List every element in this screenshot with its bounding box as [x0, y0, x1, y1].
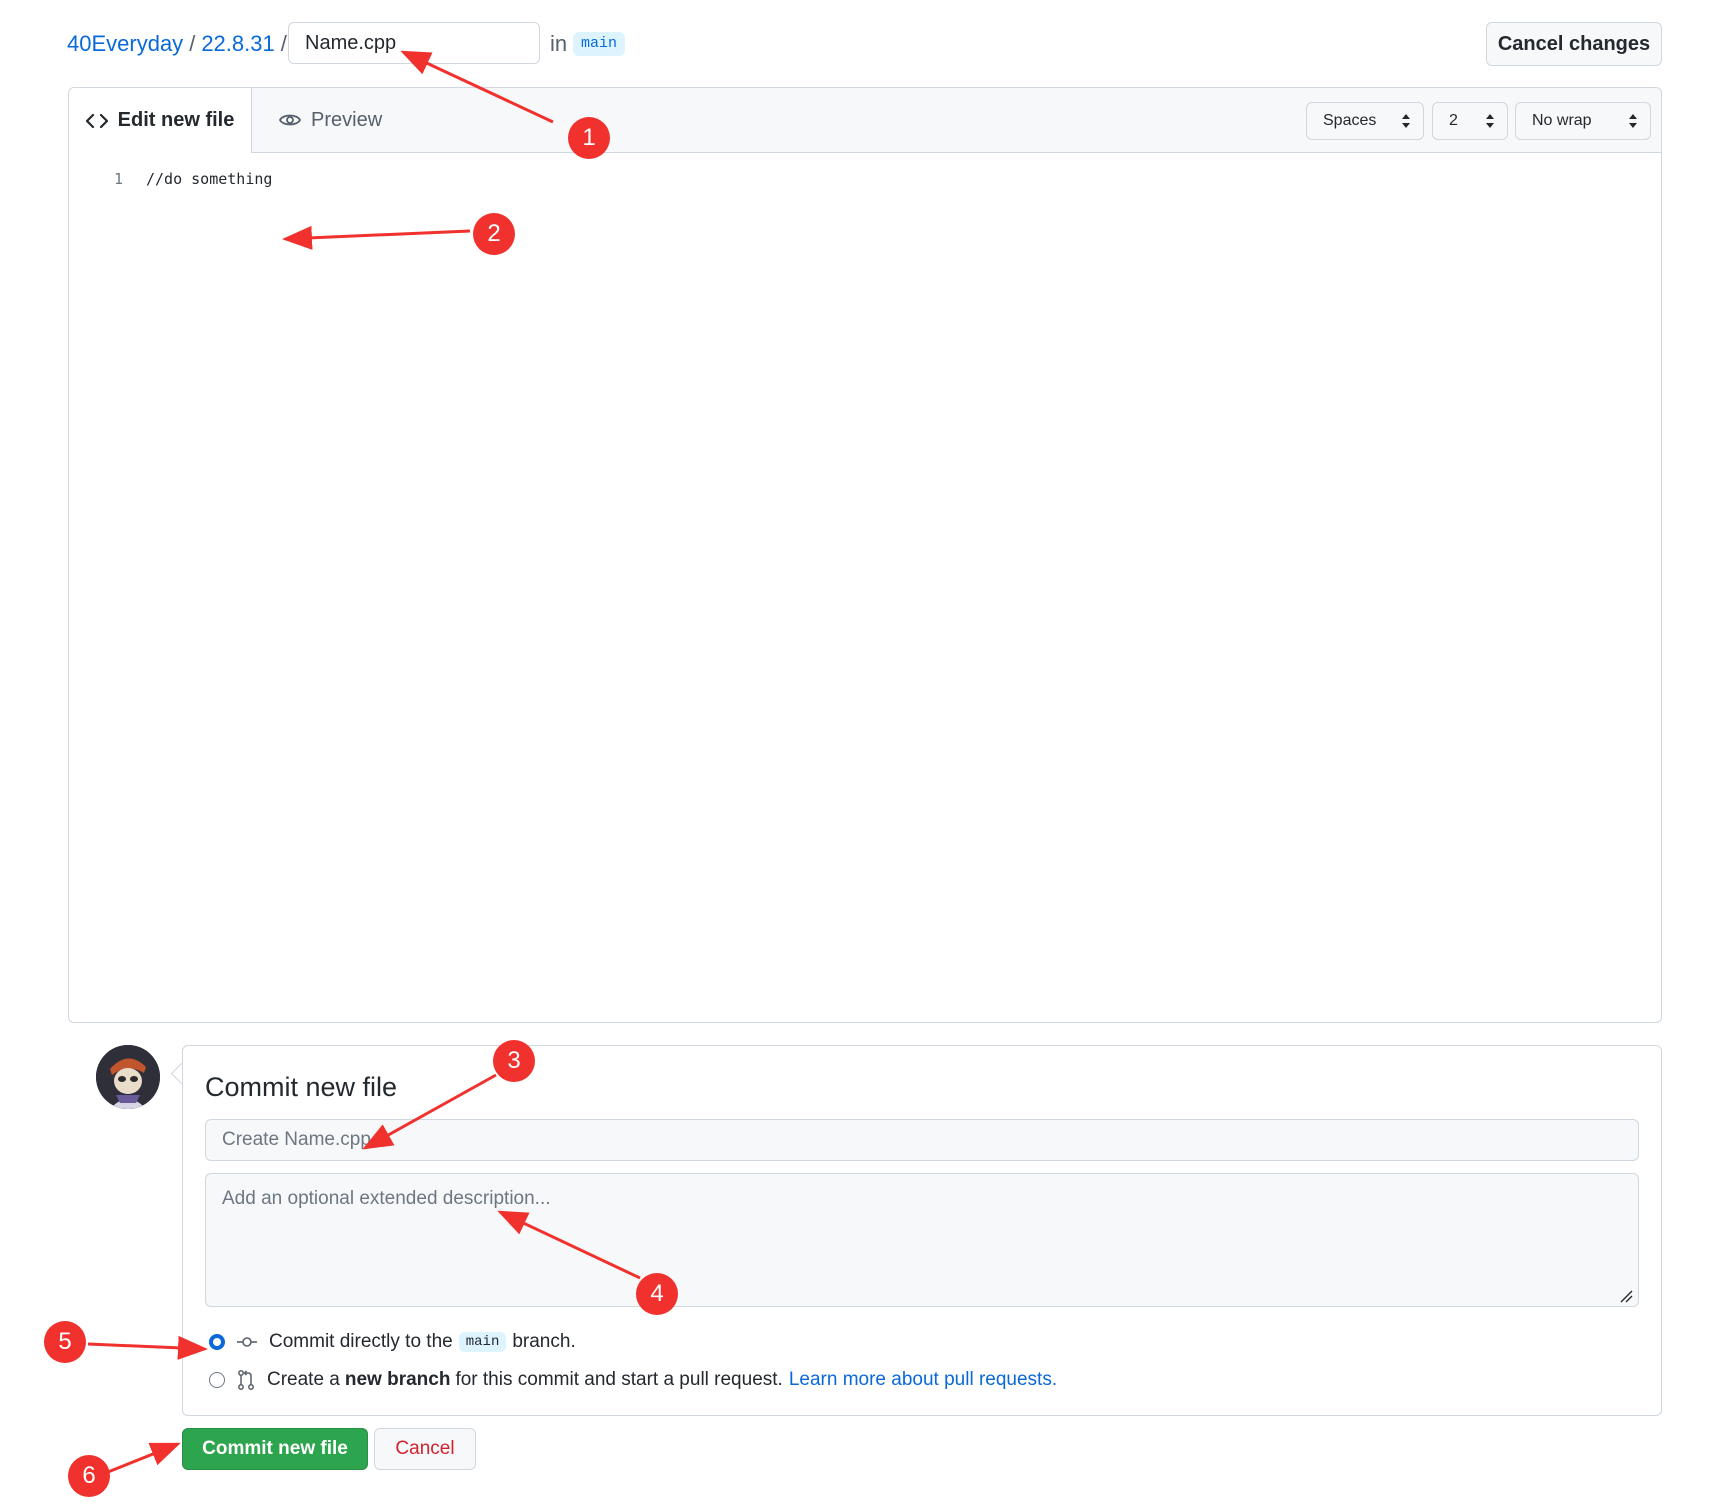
- learn-more-pull-requests-link[interactable]: Learn more about pull requests.: [789, 1369, 1057, 1391]
- git-pull-request-icon: [237, 1370, 255, 1390]
- annotation-badge-3: 3: [493, 1040, 535, 1082]
- select-arrows-icon: [1402, 114, 1410, 128]
- indent-mode-select[interactable]: Spaces: [1306, 102, 1424, 140]
- annotation-badge-6: 6: [68, 1455, 110, 1497]
- commit-form: Commit new file Commit directly to the m…: [182, 1045, 1662, 1416]
- code-line[interactable]: //do something: [146, 170, 272, 188]
- file-editor: Edit new file Preview Spaces 2 No wrap 1…: [68, 87, 1662, 1023]
- tab-edit-new-file[interactable]: Edit new file: [69, 88, 252, 153]
- branch-chip: main: [458, 1332, 507, 1352]
- tab-label: Preview: [311, 108, 383, 131]
- commit-message-input[interactable]: [205, 1119, 1639, 1161]
- breadcrumb-separator: /: [189, 31, 196, 56]
- avatar: [96, 1045, 160, 1109]
- commit-title: Commit new file: [205, 1072, 398, 1102]
- select-arrows-icon: [1486, 114, 1494, 128]
- branch-chip: main: [573, 32, 626, 56]
- commit-new-file-button[interactable]: Commit new file: [182, 1428, 368, 1470]
- line-number: 1: [113, 170, 123, 188]
- resize-grip-icon[interactable]: [1619, 1289, 1633, 1303]
- new-branch-prefix: Create a: [267, 1369, 340, 1390]
- annotation-badge-4: 4: [636, 1273, 678, 1315]
- indent-mode-value: Spaces: [1323, 112, 1377, 129]
- select-arrows-icon: [1629, 114, 1637, 128]
- annotation-arrow-6: [107, 1442, 181, 1474]
- wrap-mode-select[interactable]: No wrap: [1515, 102, 1651, 140]
- file-name-input[interactable]: [288, 22, 540, 64]
- wrap-mode-value: No wrap: [1532, 112, 1592, 129]
- annotation-badge-2: 2: [473, 213, 515, 255]
- tab-preview[interactable]: Preview: [269, 88, 382, 152]
- indent-size-select[interactable]: 2: [1432, 102, 1508, 140]
- new-branch-bold: new branch: [344, 1369, 451, 1390]
- in-label: in: [550, 31, 568, 56]
- cancel-changes-button[interactable]: Cancel changes: [1486, 22, 1662, 66]
- annotation-badge-5: 5: [44, 1321, 86, 1363]
- tab-label: Edit new file: [117, 109, 235, 131]
- new-branch-option[interactable]: Create a new branch for this commit and …: [209, 1369, 1057, 1391]
- commit-description-textarea[interactable]: [205, 1173, 1639, 1307]
- avatar-image: [96, 1045, 160, 1109]
- commit-direct-prefix: Commit directly to the: [269, 1331, 453, 1352]
- editor-toolbar: Edit new file Preview Spaces 2 No wrap: [69, 88, 1661, 153]
- git-commit-icon: [237, 1335, 257, 1349]
- breadcrumb-separator: /: [280, 31, 287, 56]
- indent-size-value: 2: [1449, 112, 1458, 129]
- code-icon: [85, 113, 108, 128]
- breadcrumb: 40Everyday / 22.8.31 /: [67, 28, 293, 60]
- cancel-button[interactable]: Cancel: [374, 1428, 476, 1470]
- eye-icon: [279, 114, 301, 126]
- breadcrumb-repo-link[interactable]: 22.8.31: [201, 28, 274, 60]
- commit-direct-option[interactable]: Commit directly to the main branch.: [209, 1331, 576, 1353]
- radio-commit-direct[interactable]: [209, 1334, 225, 1350]
- new-branch-suffix: for this commit and start a pull request…: [455, 1369, 783, 1390]
- commit-direct-suffix: branch.: [512, 1331, 576, 1352]
- annotation-badge-1: 1: [568, 117, 610, 159]
- breadcrumb-owner-link[interactable]: 40Everyday: [67, 28, 183, 60]
- radio-new-branch[interactable]: [209, 1372, 225, 1388]
